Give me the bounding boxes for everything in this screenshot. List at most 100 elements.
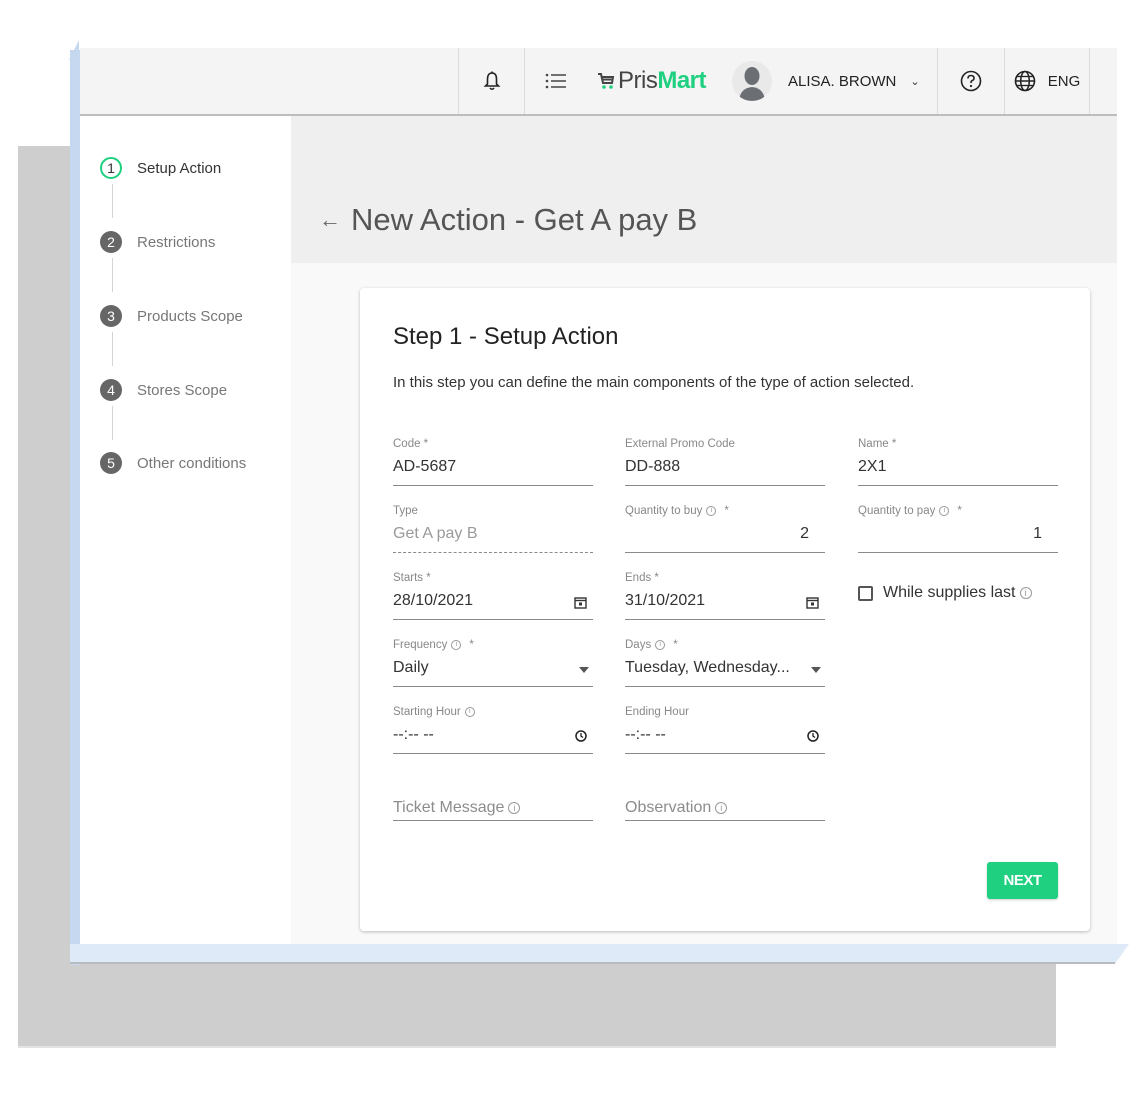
chevron-down-icon[interactable]: ⌄ [910, 75, 919, 88]
logo-text-suffix: Mart [657, 67, 707, 94]
help-icon [960, 70, 982, 92]
info-icon[interactable]: i [706, 506, 717, 516]
user-name[interactable]: ALISA. BROWN [788, 73, 896, 90]
step-label: Products Scope [137, 307, 243, 325]
info-icon[interactable]: i [451, 640, 462, 650]
field-value: 2 [800, 525, 809, 542]
step-connector [112, 258, 113, 292]
next-button[interactable]: NEXT [987, 862, 1058, 899]
language-label: ENG [1047, 72, 1081, 90]
placeholder-text: Ticket Message [393, 799, 505, 816]
quantity-to-buy-field[interactable]: Quantity to buy i * 2 [625, 505, 825, 553]
step-other-conditions[interactable]: 5 Other conditions [100, 452, 246, 474]
bell-icon [483, 71, 500, 91]
field-label: Ending Hour [625, 706, 689, 718]
calendar-icon[interactable] [806, 596, 819, 609]
info-icon[interactable]: i [464, 707, 475, 717]
language-selector[interactable]: ENG [1004, 48, 1090, 114]
card-description: In this step you can define the main com… [393, 374, 915, 391]
back-arrow-icon[interactable]: ← [319, 207, 341, 233]
days-select[interactable]: Days i * Tuesday, Wednesday... [625, 639, 825, 687]
starting-hour-field[interactable]: Starting Hour i --:-- -- [393, 706, 593, 754]
type-field: Type Get A pay B [393, 505, 593, 553]
step-stores-scope[interactable]: 4 Stores Scope [100, 379, 227, 401]
ending-hour-field[interactable]: Ending Hour --:-- -- [625, 706, 825, 754]
field-value: --:-- -- [393, 726, 434, 743]
dropdown-arrow-icon[interactable] [811, 667, 821, 673]
checkbox[interactable] [858, 585, 873, 601]
menu-button[interactable] [545, 73, 567, 89]
card-title: Step 1 - Setup Action [393, 323, 619, 350]
field-label: Code * [393, 438, 429, 450]
field-label-text: Frequency [393, 639, 448, 651]
checkbox-label-text: While supplies last [883, 584, 1016, 601]
page-title-text: New Action - Get A pay B [351, 202, 698, 237]
field-label: Name * [858, 438, 897, 450]
step-number: 1 [100, 157, 122, 179]
field-value: 1 [1033, 525, 1042, 542]
while-supplies-last-checkbox[interactable]: While supplies last i [858, 584, 1032, 602]
step-products-scope[interactable]: 3 Products Scope [100, 305, 243, 327]
field-value: 31/10/2021 [625, 592, 706, 609]
list-icon [545, 73, 566, 89]
field-placeholder: Observation i [625, 799, 825, 817]
info-icon[interactable]: i [655, 640, 666, 650]
notifications-button[interactable] [458, 48, 524, 114]
step-number: 3 [100, 305, 122, 327]
field-label: Quantity to pay i * [858, 505, 962, 517]
step-restrictions[interactable]: 2 Restrictions [100, 231, 215, 253]
ticket-message-field[interactable]: Ticket Message i [393, 773, 593, 821]
external-promo-code-field[interactable]: External Promo Code DD-888 [625, 438, 825, 486]
globe-icon [1014, 70, 1036, 92]
field-value: 2X1 [858, 458, 887, 475]
field-value: --:-- -- [625, 726, 666, 743]
step-label: Stores Scope [137, 381, 228, 399]
user-silhouette-icon [739, 67, 766, 101]
setup-action-card: Step 1 - Setup Action In this step you c… [360, 288, 1090, 931]
step-label: Other conditions [137, 454, 247, 472]
step-label: Restrictions [137, 233, 216, 251]
calendar-icon[interactable] [574, 596, 587, 609]
info-icon[interactable]: i [715, 802, 728, 814]
step-number: 2 [100, 231, 122, 253]
placeholder-text: Observation [625, 799, 712, 816]
field-label-text: Quantity to pay [858, 505, 936, 517]
step-connector [112, 406, 113, 440]
stepper-sidebar: 1 Setup Action 2 Restrictions 3 Products… [80, 116, 291, 944]
field-label: Frequency i * [393, 639, 474, 651]
help-button[interactable] [937, 48, 1004, 114]
field-label: Days i * [625, 639, 678, 651]
main-content: ← New Action - Get A pay B Step 1 - Setu… [291, 116, 1117, 944]
starts-date-field[interactable]: Starts * 28/10/2021 [393, 572, 593, 620]
field-label: Type [393, 505, 418, 517]
field-label: Starting Hour i [393, 706, 475, 718]
ends-date-field[interactable]: Ends * 31/10/2021 [625, 572, 825, 620]
quantity-to-pay-field[interactable]: Quantity to pay i * 1 [858, 505, 1058, 553]
clock-icon[interactable] [575, 730, 587, 742]
logo-text-prefix: Pris [618, 67, 658, 94]
dropdown-arrow-icon[interactable] [579, 667, 589, 673]
clock-icon[interactable] [807, 730, 819, 742]
field-label-text: Quantity to buy [625, 505, 703, 517]
frame-bottom-edge [70, 944, 1129, 964]
field-value: AD-5687 [393, 458, 457, 475]
app-window: Pris Mart ALISA. BROWN ⌄ ENG 1 Setup Act… [80, 48, 1117, 944]
avatar[interactable] [732, 61, 773, 101]
step-number: 4 [100, 379, 122, 401]
step-setup-action[interactable]: 1 Setup Action [100, 157, 221, 179]
step-number: 5 [100, 452, 122, 474]
name-field[interactable]: Name * 2X1 [858, 438, 1058, 486]
code-field[interactable]: Code * AD-5687 [393, 438, 593, 486]
field-label: Ends * [625, 572, 659, 584]
field-value: 28/10/2021 [393, 592, 474, 609]
info-icon[interactable]: i [939, 506, 950, 516]
observation-field[interactable]: Observation i [625, 773, 825, 821]
page-title: ← New Action - Get A pay B [319, 202, 697, 238]
info-icon[interactable]: i [1019, 587, 1032, 599]
step-connector [112, 184, 113, 218]
user-area: Pris Mart ALISA. BROWN ⌄ [524, 48, 938, 114]
info-icon[interactable]: i [508, 802, 521, 814]
frequency-select[interactable]: Frequency i * Daily [393, 639, 593, 687]
required-marker: * [469, 639, 474, 651]
prismart-logo[interactable]: Pris Mart [597, 67, 707, 95]
